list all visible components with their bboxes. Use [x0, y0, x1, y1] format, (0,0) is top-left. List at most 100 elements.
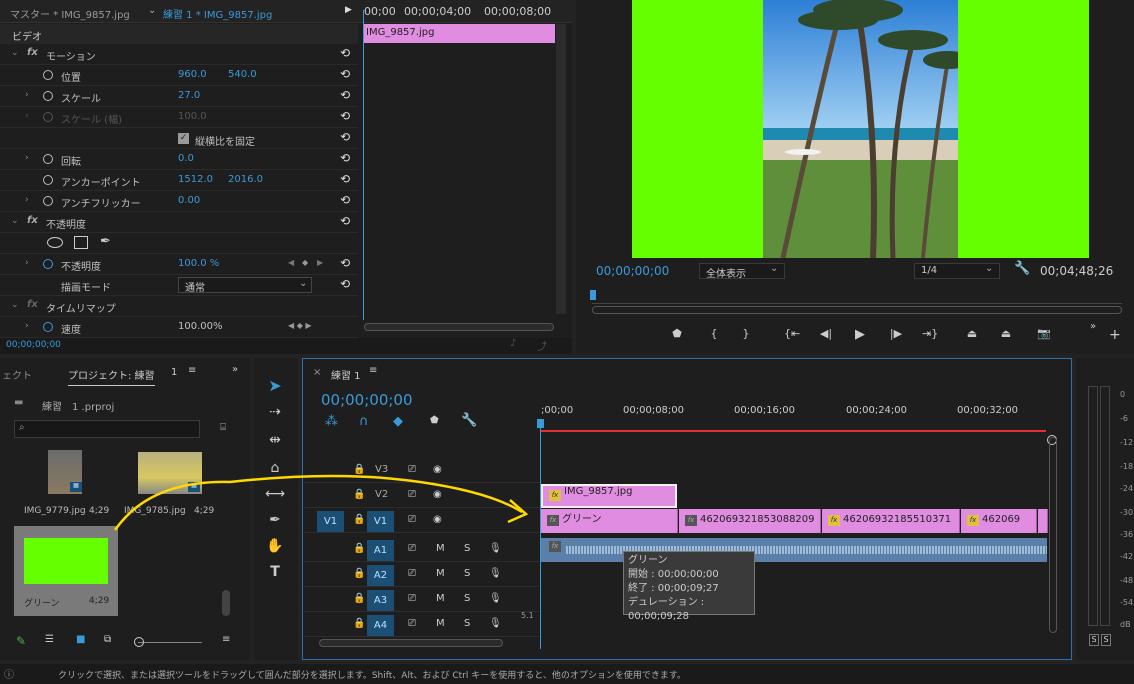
mini-timeline-scroll[interactable] [364, 323, 554, 331]
time-remap-expand-icon[interactable]: ⌄ [11, 300, 19, 310]
program-video-frame[interactable] [632, 0, 1089, 258]
razor-tool-icon[interactable]: ⌂ [262, 460, 288, 482]
opacity-section-reset-icon[interactable]: ⟲ [340, 214, 350, 228]
a3-solo-button[interactable]: S [464, 593, 470, 604]
mark-in-icon[interactable]: { [706, 327, 722, 340]
opacity-reset-icon[interactable]: ⟲ [340, 256, 350, 270]
add-marker-icon[interactable]: ⬟ [669, 327, 685, 340]
a3-mute-button[interactable]: M [436, 593, 445, 604]
project-search-input[interactable]: ⌕ [14, 420, 200, 438]
selection-tool-icon[interactable]: ➤ [262, 376, 288, 398]
project-menu-icon[interactable]: ≡ [188, 365, 196, 376]
step-forward-icon[interactable]: |▶ [888, 327, 904, 340]
v3-eye-icon[interactable]: ◉ [433, 464, 442, 475]
clip-v1-green[interactable]: fx グリーン [541, 509, 678, 533]
a1-sync-icon[interactable]: ⎚ [408, 543, 416, 554]
a4-target-button[interactable]: A4 [367, 615, 394, 636]
opacity-fx-badge-icon[interactable]: fx [27, 215, 38, 226]
a1-target-button[interactable]: A1 [367, 540, 394, 561]
blend-mode-reset-icon[interactable]: ⟲ [340, 277, 350, 291]
rotation-reset-icon[interactable]: ⟲ [340, 151, 350, 165]
a3-sync-icon[interactable]: ⎚ [408, 593, 416, 604]
antiflicker-expand-icon[interactable]: › [25, 195, 29, 205]
timeline-h-scrollbar[interactable] [319, 639, 503, 647]
clip-v1-d-fx-icon[interactable]: fx [967, 515, 979, 526]
scale-stopwatch-icon[interactable] [43, 91, 53, 101]
meter-solo-right[interactable]: S [1101, 634, 1111, 646]
type-tool-icon[interactable]: T [262, 564, 288, 586]
project-item-1[interactable]: ▦ IMG_9779.jpg 4;29 [14, 450, 114, 522]
a1-lock-icon[interactable]: 🔒 [353, 543, 365, 554]
scale-value[interactable]: 27.0 [178, 90, 200, 101]
list-view-icon[interactable]: ☰ [45, 634, 54, 645]
play-audio-icon[interactable]: ♪ [510, 338, 516, 349]
a2-sync-icon[interactable]: ⎚ [408, 568, 416, 579]
opacity-prev-keyframe-icon[interactable]: ◀ [288, 258, 294, 267]
project-scrollbar[interactable] [222, 590, 230, 616]
slip-tool-icon[interactable]: ⟷ [262, 486, 288, 508]
blend-mode-select[interactable]: 通常 ⌄ [178, 277, 312, 294]
mini-timeline-ruler[interactable]: 00;00 00;00;04;00 00;00;08;00 [362, 0, 558, 23]
a2-mute-button[interactable]: M [436, 568, 445, 579]
a2-lock-icon[interactable]: 🔒 [353, 568, 365, 579]
position-x-value[interactable]: 960.0 [178, 69, 207, 80]
mini-playhead[interactable] [363, 10, 364, 320]
linked-selection-icon[interactable]: ◆ [393, 414, 403, 429]
add-marker-timeline-icon[interactable]: ⬟ [430, 415, 439, 426]
meter-solo-left[interactable]: S [1089, 634, 1099, 646]
anchor-x-value[interactable]: 1512.0 [178, 174, 213, 185]
mini-clip[interactable]: IMG_9857.jpg [364, 24, 555, 43]
pen-mask-icon[interactable]: ✒ [100, 234, 111, 249]
play-only-icon[interactable]: ▶ [345, 5, 352, 15]
motion-row[interactable]: ⌄ fx モーション ⟲ [0, 44, 358, 65]
antiflicker-reset-icon[interactable]: ⟲ [340, 193, 350, 207]
mark-out-icon[interactable]: } [738, 327, 754, 340]
motion-reset-icon[interactable]: ⟲ [340, 46, 350, 60]
project-options-icon[interactable]: ≡ [222, 634, 230, 645]
a3-mic-icon[interactable]: 🎙 [489, 593, 502, 604]
tab-sequence[interactable]: 練習 1 * IMG_9857.jpg [163, 6, 272, 21]
opacity-stopwatch-icon[interactable] [43, 259, 53, 269]
work-area-bar[interactable] [541, 430, 1046, 432]
thumb-size-slider[interactable] [138, 642, 202, 643]
tab-effects-partial[interactable]: ェクト [2, 367, 32, 382]
clip-v1-c[interactable]: fx 46206932185510371 [822, 509, 960, 533]
program-zoom-bar[interactable] [592, 306, 1122, 314]
export-frame-icon[interactable]: 📷 [1036, 327, 1052, 340]
a3-target-button[interactable]: A3 [367, 590, 394, 611]
ripple-edit-tool-icon[interactable]: ⇹ [262, 432, 288, 454]
go-to-in-icon[interactable]: {⇤ [784, 327, 800, 340]
opacity-section-row[interactable]: ⌄ fx 不透明度 ⟲ [0, 212, 358, 233]
a2-solo-button[interactable]: S [464, 568, 470, 579]
opacity-add-keyframe-icon[interactable]: ◆ [302, 258, 308, 267]
pen-tool-icon[interactable]: ✒ [262, 512, 288, 534]
a1-mic-icon[interactable]: 🎙 [489, 543, 502, 554]
more-controls-icon[interactable]: » [1090, 321, 1096, 332]
clip-v1-c-fx-icon[interactable]: fx [828, 515, 840, 526]
track-select-tool-icon[interactable]: ⇢ [262, 404, 288, 426]
v2-eye-icon[interactable]: ◉ [433, 489, 442, 500]
rectangle-mask-icon[interactable] [74, 236, 88, 249]
program-timecode[interactable]: 00;00;00;00 [596, 264, 669, 278]
program-time-ruler[interactable] [592, 292, 1122, 304]
position-stopwatch-icon[interactable] [43, 70, 53, 80]
uniform-scale-reset-icon[interactable]: ⟲ [340, 130, 350, 144]
v1-target-button[interactable]: V1 [367, 511, 394, 532]
opacity-expand-icon[interactable]: › [25, 258, 29, 268]
lift-icon[interactable]: ⏏ [964, 327, 980, 340]
timeline-playhead-head[interactable] [537, 419, 544, 428]
timeline-timecode[interactable]: 00;00;00;00 [321, 391, 413, 409]
rotation-value[interactable]: 0.0 [178, 153, 194, 164]
a3-lock-icon[interactable]: 🔒 [353, 593, 365, 604]
project-item-2[interactable]: ▦ IMG_9785.jpg 4;29 [116, 450, 216, 522]
a4-lock-icon[interactable]: 🔒 [353, 618, 365, 629]
opacity-section-expand-icon[interactable]: ⌄ [11, 216, 19, 226]
v2-sync-icon[interactable]: ⎚ [408, 489, 416, 500]
rotation-expand-icon[interactable]: › [25, 153, 29, 163]
scale-width-expand-icon[interactable]: › [25, 111, 29, 121]
go-to-out-icon[interactable]: ⇥} [922, 327, 938, 340]
find-icon[interactable]: ⌸ [220, 422, 226, 433]
program-playhead[interactable] [590, 290, 596, 300]
fx-badge-icon[interactable]: fx [27, 47, 38, 58]
ellipse-mask-icon[interactable] [47, 237, 63, 248]
